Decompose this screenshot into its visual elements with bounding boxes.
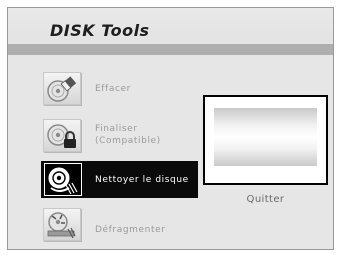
title-bar: DISK Tools xyxy=(8,8,333,48)
main-content: Effacer Finaliser (Compatible) Nettoyer … xyxy=(8,55,333,249)
menu-item-nettoyer[interactable]: Nettoyer le disque xyxy=(41,161,198,198)
menu-item-label: Effacer xyxy=(95,84,131,94)
defragment-icon xyxy=(43,208,81,241)
title-divider xyxy=(8,44,333,55)
page-title: DISK Tools xyxy=(50,21,150,40)
menu-item-effacer[interactable]: Effacer xyxy=(41,70,198,107)
preview-window xyxy=(203,95,328,185)
menu-item-label: Défragmenter xyxy=(95,225,166,235)
clean-disc-icon xyxy=(44,163,82,196)
menu-item-label: Nettoyer le disque xyxy=(95,175,189,185)
menu-item-label: Finaliser (Compatible) xyxy=(95,124,161,146)
menu-item-defragmenter[interactable]: Défragmenter xyxy=(41,206,198,243)
finalize-disc-icon xyxy=(43,119,81,152)
quit-button[interactable]: Quitter xyxy=(203,194,328,205)
menu-item-finaliser[interactable]: Finaliser (Compatible) xyxy=(41,115,198,155)
disk-tools-screen: DISK Tools Effacer Finaliser (Compatible… xyxy=(7,7,334,250)
erase-disc-icon xyxy=(43,72,81,105)
preview-image xyxy=(214,108,317,166)
